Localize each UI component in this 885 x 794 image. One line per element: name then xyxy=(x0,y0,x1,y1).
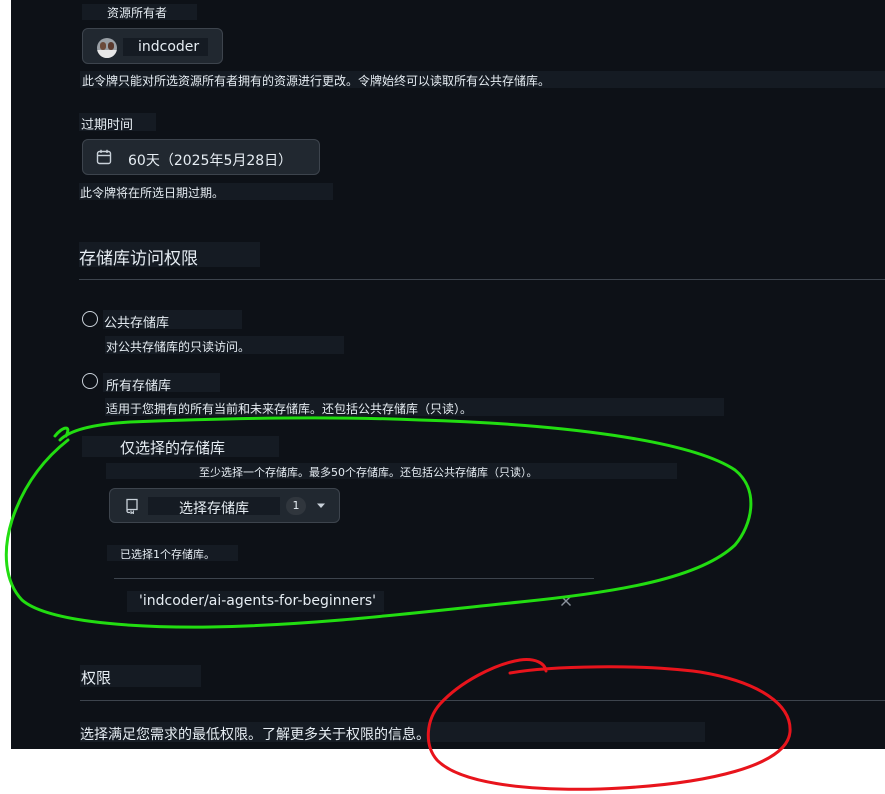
green-annotation-circle xyxy=(4,416,753,629)
red-annotation-circle xyxy=(426,658,792,791)
annotation-overlay xyxy=(4,416,792,791)
